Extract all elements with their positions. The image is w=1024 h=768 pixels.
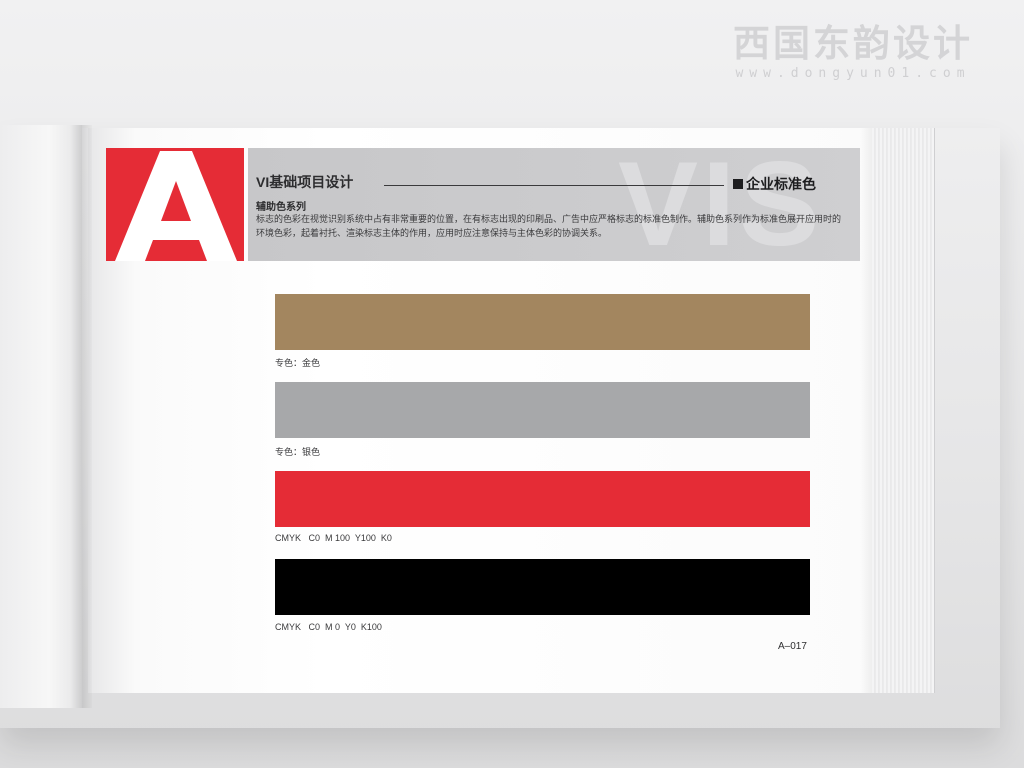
page-number: A–017: [778, 641, 807, 652]
header-bar: VIS VI基础项目设计 企业标准色 辅助色系列 标志的色彩在视觉识别系统中占有…: [248, 148, 860, 261]
header-rule: [384, 185, 724, 186]
swatch-label-red: CMYK C0 M 100 Y100 K0: [275, 533, 392, 543]
background-vis-text: VIS: [618, 148, 824, 261]
watermark-title: 西国东韵设计: [733, 23, 973, 64]
watermark-url: www.dongyun01.com: [735, 66, 971, 81]
book-spine: [70, 125, 92, 708]
swatch-label-black: CMYK C0 M 0 Y0 K100: [275, 622, 382, 632]
vi-title: VI基础项目设计: [256, 174, 354, 190]
square-bullet-icon: [733, 179, 743, 189]
description-text: 标志的色彩在视觉识别系统中占有非常重要的位置，在有标志出现的印刷品、广告中应严格…: [256, 214, 842, 238]
swatch-gold: [275, 294, 810, 350]
swatch-label-silver: 专色：银色: [275, 447, 321, 457]
swatch-red: [275, 471, 810, 527]
logo-a-icon: [115, 151, 237, 261]
logo-mark: [106, 148, 244, 261]
swatch-label-gold: 专色：金色: [275, 358, 321, 368]
swatch-black: [275, 559, 810, 615]
page-stack: [872, 128, 935, 693]
section-name: 企业标准色: [746, 176, 816, 192]
sub-title: 辅助色系列: [256, 202, 306, 213]
swatch-silver: [275, 382, 810, 438]
watermark: 西国东韵设计 www.dongyun01.com: [698, 22, 1008, 81]
